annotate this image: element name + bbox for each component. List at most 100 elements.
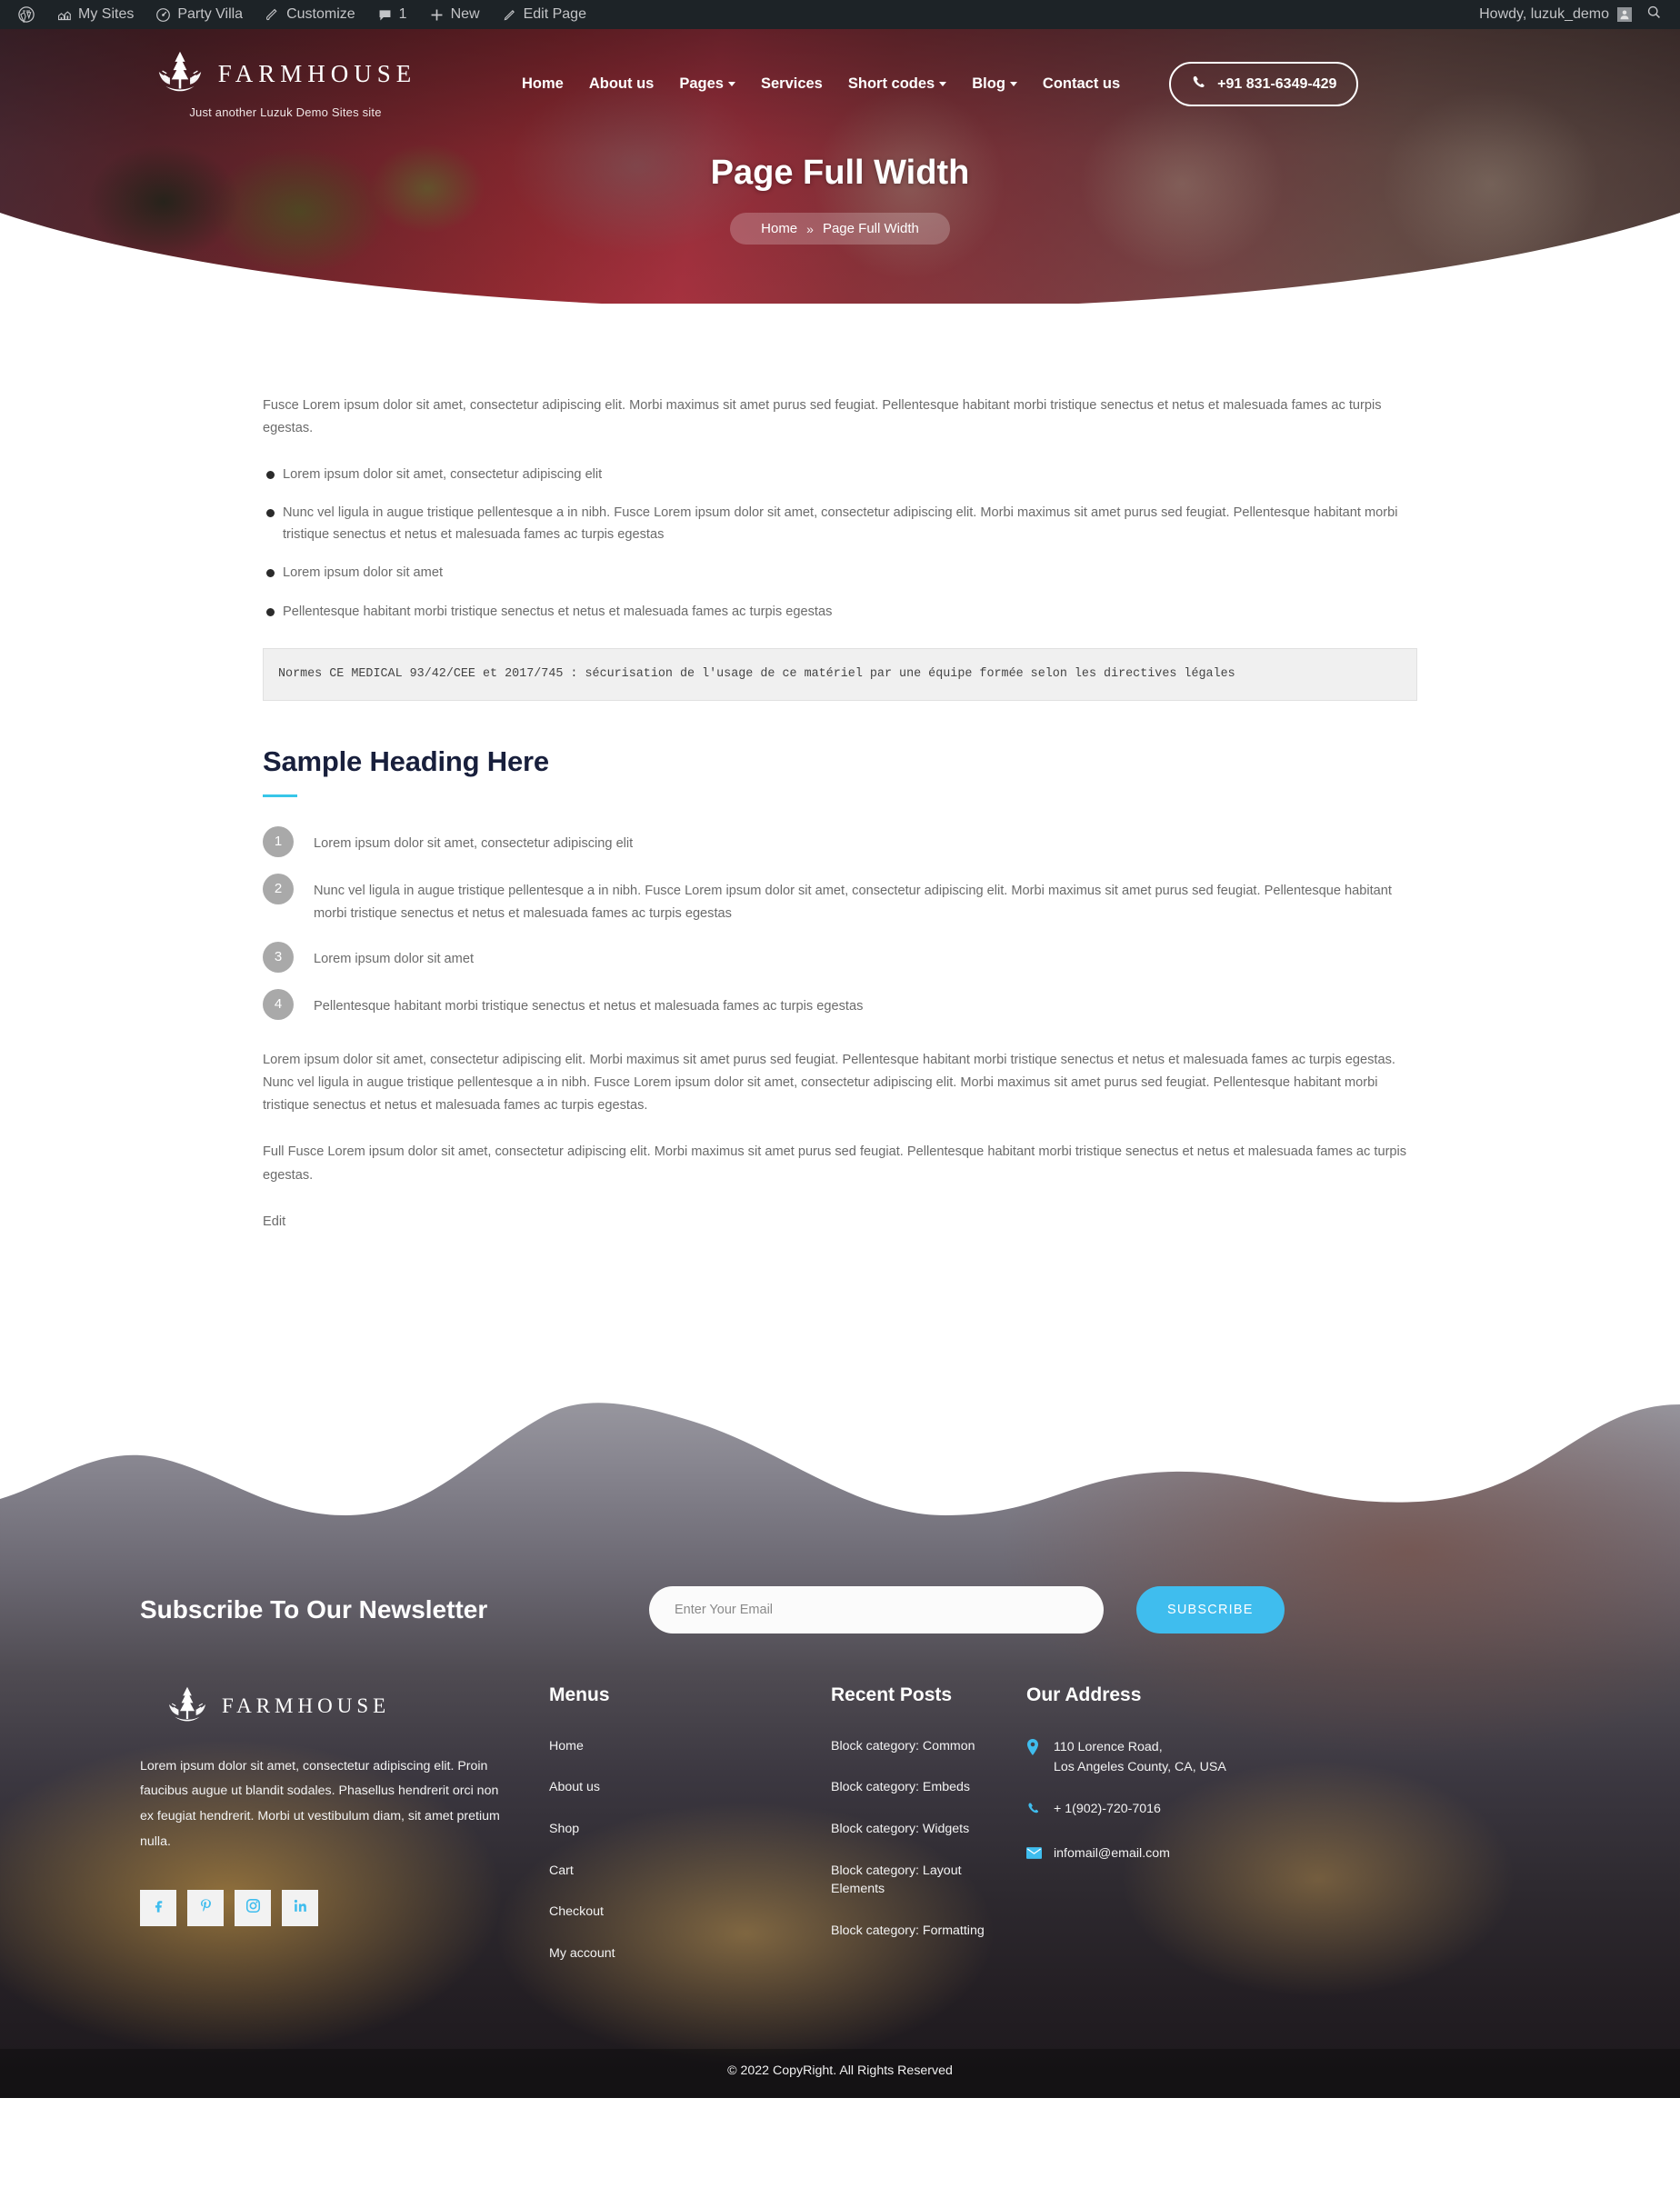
admin-bar-new-content[interactable]: New bbox=[418, 0, 491, 29]
dashboard-icon bbox=[155, 7, 171, 23]
nav-item-blog[interactable]: Blog bbox=[972, 75, 1017, 93]
social-link-facebook[interactable] bbox=[140, 1889, 176, 1926]
edit-post-link[interactable]: Edit bbox=[263, 1214, 285, 1229]
footer-about-column: FARMHOUSE Lorem ipsum dolor sit amet, co… bbox=[140, 1684, 549, 1926]
recent-post-link[interactable]: Block category: Layout Elements bbox=[831, 1862, 1001, 1899]
recent-post-link[interactable]: Block category: Embeds bbox=[831, 1778, 1001, 1797]
admin-bar-right-group: Howdy, luzuk_demo bbox=[1470, 5, 1680, 25]
social-link-pinterest[interactable] bbox=[187, 1889, 224, 1926]
nav-item-contact-us[interactable]: Contact us bbox=[1043, 75, 1120, 93]
nav-item-about-us[interactable]: About us bbox=[589, 75, 655, 93]
footer-menu-item-cart[interactable]: Cart bbox=[549, 1862, 805, 1881]
header-phone-label: +91 831-6349-429 bbox=[1217, 75, 1337, 92]
nav-label-contact-us: Contact us bbox=[1042, 75, 1121, 92]
list-item-text: Pellentesque habitant morbi tristique se… bbox=[314, 999, 864, 1014]
newsletter-subscribe-button[interactable]: SUBSCRIBE bbox=[1136, 1585, 1285, 1634]
brush-icon bbox=[265, 7, 280, 23]
admin-bar-my-sites-label: My Sites bbox=[78, 6, 135, 22]
nav-item-services[interactable]: Services bbox=[761, 75, 823, 93]
social-link-linkedin[interactable] bbox=[282, 1889, 318, 1926]
footer-about-text: Lorem ipsum dolor sit amet, consectetur … bbox=[140, 1758, 500, 1849]
admin-bar-comments[interactable]: 1 bbox=[366, 0, 418, 29]
site-header: FARMHOUSE Just another Luzuk Demo Sites … bbox=[140, 29, 1540, 119]
code-block: Normes CE MEDICAL 93/42/CEE et 2017/745 … bbox=[263, 647, 1417, 701]
recent-post-link[interactable]: Block category: Common bbox=[831, 1737, 1001, 1756]
recent-post-link[interactable]: Block category: Widgets bbox=[831, 1820, 1001, 1839]
newsletter-email-input[interactable] bbox=[649, 1585, 1104, 1634]
breadcrumb-separator-icon: » bbox=[806, 221, 814, 236]
list-item-text: Lorem ipsum dolor sit amet, consectetur … bbox=[314, 836, 634, 851]
nav-label-short-codes: Short codes bbox=[847, 75, 935, 92]
social-link-instagram[interactable] bbox=[235, 1889, 271, 1926]
list-item: 3 Lorem ipsum dolor sit amet bbox=[263, 942, 1417, 974]
footer-menu-item-home[interactable]: Home bbox=[549, 1737, 805, 1756]
breadcrumb-home-link[interactable]: Home bbox=[761, 221, 797, 236]
nav-label-services: Services bbox=[760, 75, 823, 92]
list-number-badge: 3 bbox=[263, 942, 294, 974]
admin-bar-edit-page[interactable]: Edit Page bbox=[491, 0, 597, 29]
list-item-text: Lorem ipsum dolor sit amet bbox=[314, 952, 475, 967]
search-icon bbox=[1646, 5, 1662, 25]
footer-menus-column: Menus Home About us Shop Cart Checkout M… bbox=[549, 1684, 831, 1986]
footer-address-column: Our Address 110 Lorence Road, Los Angele… bbox=[1026, 1684, 1299, 1887]
brand-tagline: Just another Luzuk Demo Sites site bbox=[189, 105, 382, 119]
wordpress-logo-button[interactable] bbox=[7, 0, 45, 29]
intro-paragraph: Fusce Lorem ipsum dolor sit amet, consec… bbox=[263, 398, 1382, 436]
heading-accent-divider bbox=[263, 794, 297, 797]
footer-menu-item-checkout[interactable]: Checkout bbox=[549, 1903, 805, 1922]
admin-bar-comment-count: 1 bbox=[398, 6, 407, 22]
bullet-list: Lorem ipsum dolor sit amet, consectetur … bbox=[263, 464, 1417, 622]
nav-item-short-codes[interactable]: Short codes bbox=[847, 75, 947, 93]
recent-post-link[interactable]: Block category: Formatting bbox=[831, 1922, 1001, 1941]
tree-logo-icon bbox=[165, 1684, 209, 1729]
admin-bar-howdy-label: Howdy, luzuk_demo bbox=[1479, 6, 1609, 22]
footer-content: Subscribe To Our Newsletter SUBSCRIBE bbox=[0, 1388, 1680, 2099]
nav-label-blog: Blog bbox=[972, 75, 1005, 92]
footer-columns: FARMHOUSE Lorem ipsum dolor sit amet, co… bbox=[140, 1634, 1540, 1986]
newsletter-section: Subscribe To Our Newsletter SUBSCRIBE bbox=[140, 1388, 1540, 1634]
admin-bar-search-button[interactable] bbox=[1641, 5, 1671, 25]
nav-item-home[interactable]: Home bbox=[522, 75, 564, 93]
list-number-badge: 1 bbox=[263, 826, 294, 857]
phone-icon bbox=[1026, 1799, 1043, 1822]
admin-bar-site-name[interactable]: Party Villa bbox=[145, 0, 254, 29]
admin-bar-edit-page-label: Edit Page bbox=[523, 6, 586, 22]
breadcrumb: Home » Page Full Width bbox=[730, 213, 950, 245]
address-line-1: 110 Lorence Road, bbox=[1054, 1739, 1163, 1754]
footer-menu-item-shop[interactable]: Shop bbox=[549, 1820, 805, 1839]
address-line-2: Los Angeles County, CA, USA bbox=[1054, 1759, 1226, 1774]
site-footer: Subscribe To Our Newsletter SUBSCRIBE bbox=[0, 1387, 1680, 2099]
comment-icon bbox=[377, 7, 393, 23]
admin-bar-account-menu[interactable]: Howdy, luzuk_demo bbox=[1470, 6, 1641, 23]
list-number-badge: 4 bbox=[263, 989, 294, 1021]
footer-menu-item-my-account[interactable]: My account bbox=[549, 1944, 805, 1963]
pencil-icon bbox=[502, 7, 517, 23]
avatar bbox=[1617, 7, 1632, 22]
phone-block: + 1(902)-720-7016 bbox=[1026, 1799, 1274, 1822]
header-phone-button[interactable]: +91 831-6349-429 bbox=[1169, 62, 1359, 106]
page-title: Page Full Width bbox=[710, 154, 970, 192]
footer-email-link[interactable]: infomail@email.com bbox=[1054, 1843, 1170, 1865]
social-links bbox=[140, 1889, 504, 1926]
footer-phone-link[interactable]: + 1(902)-720-7016 bbox=[1054, 1799, 1161, 1822]
wordpress-icon bbox=[18, 6, 35, 23]
nav-item-pages[interactable]: Pages bbox=[679, 75, 735, 93]
site-branding[interactable]: FARMHOUSE Just another Luzuk Demo Sites … bbox=[140, 49, 431, 119]
admin-bar-site-name-label: Party Villa bbox=[177, 6, 244, 22]
numbered-list: 1 Lorem ipsum dolor sit amet, consectetu… bbox=[263, 826, 1417, 1021]
footer-recent-posts-column: Recent Posts Block category: Common Bloc… bbox=[831, 1684, 1026, 1963]
footer-branding[interactable]: FARMHOUSE bbox=[165, 1684, 504, 1729]
primary-navigation: Home About us Pages Services Short codes bbox=[522, 62, 1359, 106]
list-item: Lorem ipsum dolor sit amet, consectetur … bbox=[263, 464, 1417, 485]
body-paragraph-long: Lorem ipsum dolor sit amet, consectetur … bbox=[263, 1053, 1395, 1114]
pinterest-icon bbox=[197, 1897, 215, 1919]
nav-label-about-us: About us bbox=[588, 75, 655, 92]
admin-bar-customize[interactable]: Customize bbox=[254, 0, 366, 29]
address-block: 110 Lorence Road, Los Angeles County, CA… bbox=[1026, 1737, 1274, 1777]
footer-menu-item-about-us[interactable]: About us bbox=[549, 1778, 805, 1797]
list-number-badge: 2 bbox=[263, 874, 294, 904]
admin-bar-my-sites[interactable]: My Sites bbox=[45, 0, 145, 29]
nav-label-home: Home bbox=[522, 75, 564, 92]
hero-banner: FARMHOUSE Just another Luzuk Demo Sites … bbox=[0, 29, 1680, 304]
footer-recent-posts-title: Recent Posts bbox=[831, 1683, 953, 1705]
